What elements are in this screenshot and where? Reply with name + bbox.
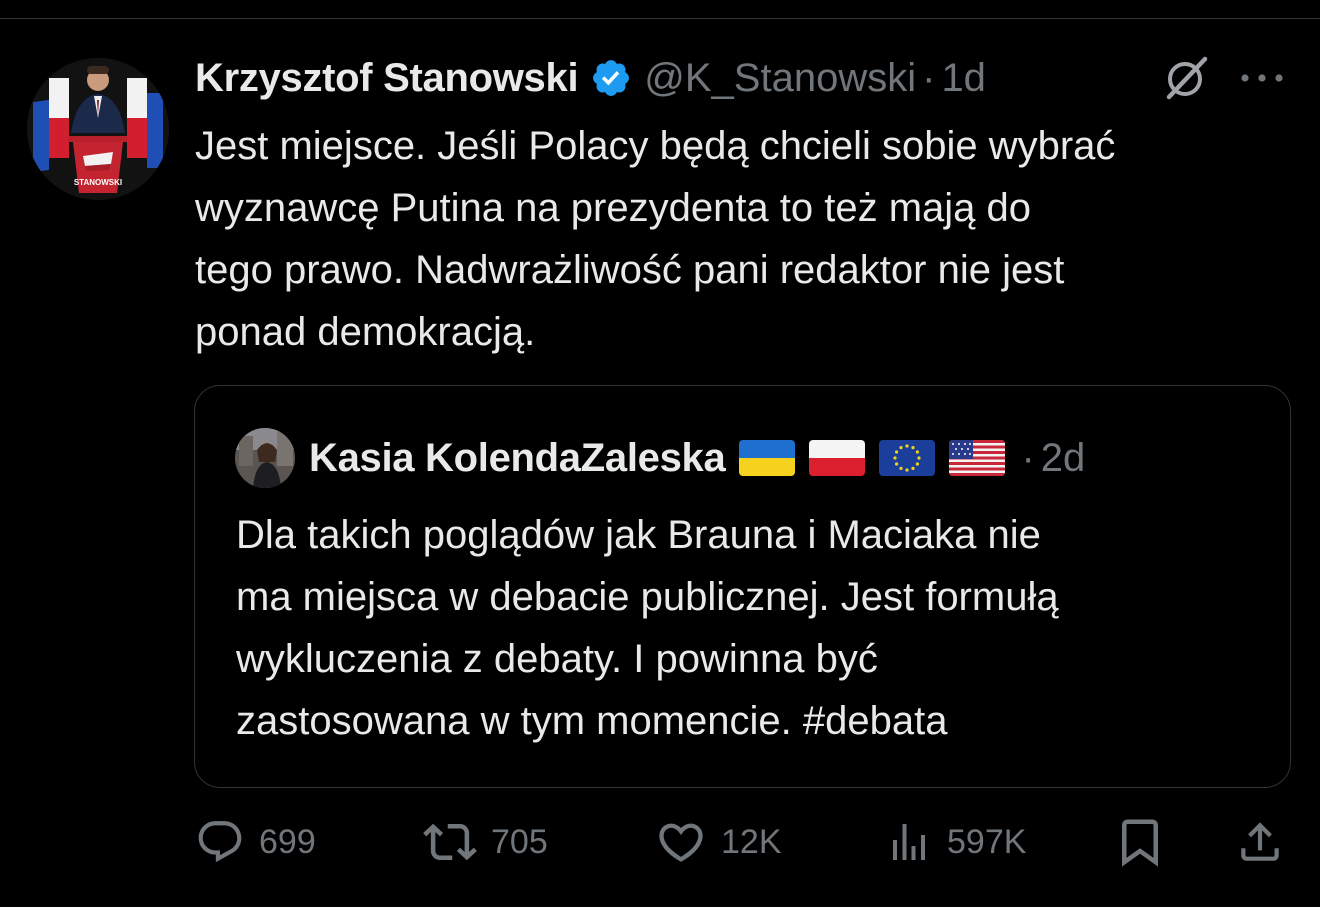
tweet-header: Krzysztof Stanowski @K_Stanowski · 1d xyxy=(195,52,986,104)
tweet-text-line: Jest miejsce. Jeśli Polacy będą chcieli … xyxy=(195,124,1116,168)
separator-dot: · xyxy=(1021,435,1035,480)
quoted-text-line: Dla takich poglądów jak Brauna i Maciaka… xyxy=(236,513,1041,557)
quoted-author-name[interactable]: Kasia KolendaZaleska xyxy=(309,436,726,481)
grok-icon[interactable] xyxy=(1160,52,1212,104)
retweet-button[interactable]: 705 xyxy=(423,812,548,872)
verified-badge-icon[interactable] xyxy=(590,57,632,99)
like-button[interactable]: 12K xyxy=(655,812,782,872)
quoted-text-line: zastosowana w tym momencie. #debata xyxy=(236,699,948,743)
reply-icon xyxy=(198,821,242,863)
quoted-text-line: wykluczenia z debaty. I powinna być xyxy=(236,637,878,681)
quoted-tweet-text: Dla takich poglądów jak Brauna i Maciaka… xyxy=(236,504,1276,752)
usa-flag-icon xyxy=(949,440,1006,476)
quoted-tweet-header: Kasia KolendaZaleska · 2d xyxy=(309,430,1085,486)
bookmark-button[interactable] xyxy=(1113,812,1167,872)
author-avatar[interactable]: STANOWSKI xyxy=(27,58,169,200)
quoted-timestamp[interactable]: 2d xyxy=(1041,436,1086,481)
quoted-author-avatar[interactable] xyxy=(235,428,295,488)
retweet-count: 705 xyxy=(491,822,548,861)
views-icon xyxy=(893,824,925,860)
views-count: 597K xyxy=(947,822,1027,861)
tweet-text-line: wyznawcę Putina na prezydenta to też maj… xyxy=(195,186,1032,230)
timestamp[interactable]: 1d xyxy=(941,56,986,101)
tweet-text-line: ponad demokracją. xyxy=(195,310,536,354)
bookmark-icon xyxy=(1122,819,1158,867)
author-name[interactable]: Krzysztof Stanowski xyxy=(195,56,579,101)
author-handle[interactable]: @K_Stanowski xyxy=(644,56,916,101)
heart-icon xyxy=(659,823,703,862)
tweet-text-line: tego prawo. Nadwrażliwość pani redaktor … xyxy=(195,248,1065,292)
separator-dot: · xyxy=(922,55,936,100)
retweet-icon xyxy=(423,823,477,861)
tweet-page: STANOWSKI Krzysztof Stanowski @K_Stanows… xyxy=(0,0,1320,907)
divider xyxy=(0,18,1320,19)
like-count: 12K xyxy=(721,822,782,861)
quoted-text-line: ma miejsca w debacie publicznej. Jest fo… xyxy=(236,575,1059,619)
quoted-tweet[interactable]: Kasia KolendaZaleska · 2d Dla takich pog… xyxy=(194,385,1291,788)
more-options-icon[interactable] xyxy=(1236,52,1288,104)
tweet-text: Jest miejsce. Jeśli Polacy będą chcieli … xyxy=(195,115,1305,363)
reply-button[interactable]: 699 xyxy=(195,812,316,872)
poland-flag-icon xyxy=(809,440,866,476)
views-button[interactable]: 597K xyxy=(885,812,1026,872)
share-button[interactable] xyxy=(1235,812,1285,872)
ukraine-flag-icon xyxy=(739,440,796,476)
reply-count: 699 xyxy=(259,822,316,861)
action-bar: 699 705 12K 597K xyxy=(195,812,1295,872)
eu-flag-icon xyxy=(879,440,936,476)
share-icon xyxy=(1241,822,1279,861)
avatar-lectern-text: STANOWSKI xyxy=(74,178,122,187)
